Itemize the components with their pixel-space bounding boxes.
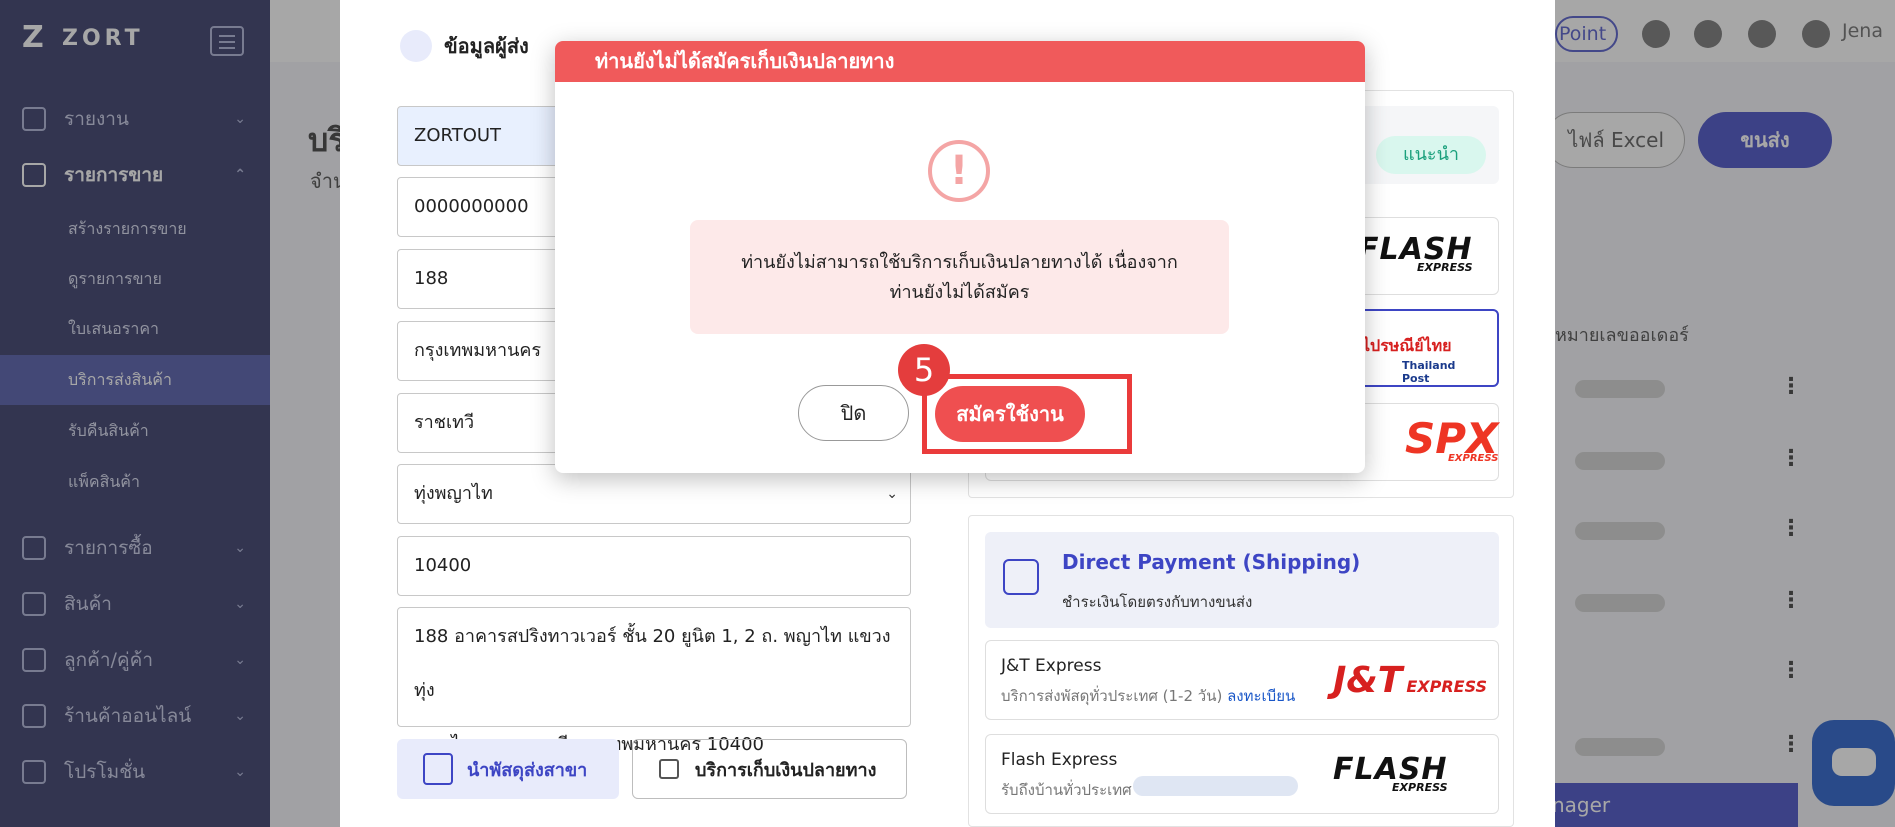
direct-payment-subtitle: ชำระเงินโดยตรงกับทางขนส่ง: [1062, 593, 1253, 611]
package-icon: [423, 753, 453, 785]
cod-label: บริการเก็บเงินปลายทาง: [695, 759, 877, 781]
cod-option[interactable]: บริการเก็บเงินปลายทาง: [632, 739, 907, 799]
direct-payment-title: Direct Payment (Shipping): [1062, 550, 1361, 574]
jt-register-link[interactable]: ลงทะเบียน: [1227, 687, 1295, 705]
drop-at-branch-button[interactable]: นำพัสดุส่งสาขา: [397, 739, 619, 799]
store-icon: [400, 30, 432, 62]
subdistrict-value: ทุ่งพญาไท: [414, 483, 493, 504]
sender-address-textarea[interactable]: 188 อาคารสปริงทาวเวอร์ ชั้น 20 ยูนิต 1, …: [397, 607, 911, 755]
cash-icon: [1003, 559, 1039, 595]
recommended-badge: แนะนำ: [1376, 136, 1486, 174]
close-button[interactable]: ปิด: [798, 385, 909, 441]
flash-express-logo: FLASH EXPRESS: [1358, 232, 1473, 274]
drop-at-branch-label: นำพัสดุส่งสาขา: [467, 759, 588, 781]
sender-subdistrict-select[interactable]: ทุ่งพญาไท ⌄: [397, 464, 911, 524]
step-number-badge: 5: [898, 344, 950, 396]
spx-express-logo: SPX EXPRESS: [1405, 414, 1498, 464]
dialog-message: ท่านยังไม่สามารถใช้บริการเก็บเงินปลายทาง…: [690, 220, 1229, 334]
tutorial-highlight-frame: [922, 374, 1132, 454]
thaipost-logo-text: ไปรษณีย์ไทย: [1362, 336, 1452, 355]
jt-express-logo: J&T EXPRESS: [1333, 660, 1487, 701]
jt-express-desc: บริการส่งพัสดุทั่วประเทศ (1-2 วัน) ลงทะเ…: [1001, 684, 1295, 708]
jt-logo-sub: EXPRESS: [1406, 677, 1488, 696]
dialog-title: ท่านยังไม่ได้สมัครเก็บเงินปลายทาง: [555, 41, 1365, 82]
jt-express-desc-text: บริการส่งพัสดุทั่วประเทศ (1-2 วัน): [1001, 687, 1223, 705]
flash-express-name: Flash Express: [1001, 750, 1118, 770]
sender-section-label: ข้อมูลผู้ส่ง: [444, 34, 529, 58]
flash-express-desc: รับถึงบ้านทั่วประเทศ: [1001, 781, 1132, 799]
thaipost-logo-sub: Thailand Post: [1402, 359, 1456, 385]
address-line-1: 188 อาคารสปริงทาวเวอร์ ชั้น 20 ยูนิต 1, …: [414, 626, 891, 701]
flash-express-logo: FLASH EXPRESS: [1333, 752, 1448, 794]
redacted-text: [1133, 776, 1298, 796]
thailand-post-logo: ไปรษณีย์ไทย Thailand Post: [1362, 334, 1482, 385]
jt-express-name: J&T Express: [1001, 656, 1102, 676]
warning-icon: !: [928, 140, 990, 202]
jt-logo-text: J&T: [1333, 660, 1403, 701]
sender-section-title: ข้อมูลผู้ส่ง: [400, 30, 529, 62]
cod-checkbox[interactable]: [659, 759, 679, 779]
dialog-message-line-1: ท่านยังไม่สามารถใช้บริการเก็บเงินปลายทาง…: [741, 252, 1178, 273]
chevron-down-icon: ⌄: [886, 486, 898, 502]
sender-postcode-field[interactable]: 10400: [397, 536, 911, 596]
dialog-message-line-2: ท่านยังไม่ได้สมัคร: [889, 282, 1030, 303]
